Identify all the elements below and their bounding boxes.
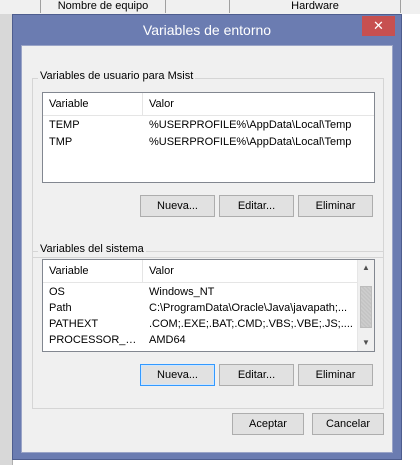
column-separator[interactable] <box>142 260 143 282</box>
dialog-title: Variables de entorno <box>142 22 272 38</box>
variable-value: AMD64 <box>149 334 186 346</box>
list-item[interactable]: TEMP %USERPROFILE%\AppData\Local\Temp <box>43 117 374 133</box>
variable-name: Path <box>49 302 72 314</box>
scroll-down-arrow-icon[interactable]: ▼ <box>358 335 374 351</box>
cancel-button[interactable]: Cancelar <box>312 413 384 435</box>
list-item[interactable]: Path C:\ProgramData\Oracle\Java\javapath… <box>43 300 358 316</box>
variable-value: Windows_NT <box>149 286 215 298</box>
scrollbar-thumb[interactable] <box>360 286 372 328</box>
system-variables-label: Variables del sistema <box>38 243 146 255</box>
title-bar[interactable]: Variables de entorno ✕ <box>13 15 401 43</box>
variable-name: PROCESSOR_A... <box>49 334 141 346</box>
list-item[interactable]: PROCESSOR_A... AMD64 <box>43 332 358 348</box>
variable-value: .COM;.EXE;.BAT;.CMD;.VBS;.VBE;.JS;.... <box>149 318 353 330</box>
column-header-value[interactable]: Valor <box>149 265 174 277</box>
ok-button[interactable]: Aceptar <box>232 413 304 435</box>
variable-name: TEMP <box>49 119 80 131</box>
user-delete-button[interactable]: Eliminar <box>298 195 373 217</box>
variable-name: TMP <box>49 136 73 148</box>
column-header-value[interactable]: Valor <box>149 98 174 110</box>
system-new-button[interactable]: Nueva... <box>140 364 215 386</box>
background-tab-strip: Nombre de equipo Hardware <box>0 0 420 15</box>
tab-nombre-de-equipo[interactable]: Nombre de equipo <box>40 0 166 13</box>
background-window-edge-right <box>402 14 420 465</box>
system-variables-list[interactable]: Variable Valor OS Windows_NT Path C:\Pro… <box>42 259 375 352</box>
user-variables-label: Variables de usuario para Msist <box>38 70 196 82</box>
environment-variables-dialog: Variables de entorno ✕ Variables de usua… <box>12 14 402 460</box>
variable-value: %USERPROFILE%\AppData\Local\Temp <box>149 119 352 131</box>
user-edit-button[interactable]: Editar... <box>219 195 294 217</box>
close-icon: ✕ <box>373 18 384 33</box>
dialog-client-area: Variables de usuario para Msist Variable… <box>21 45 393 453</box>
variable-value: C:\ProgramData\Oracle\Java\javapath;... <box>149 302 348 314</box>
system-delete-button[interactable]: Eliminar <box>298 364 373 386</box>
variable-name: OS <box>49 286 65 298</box>
column-separator[interactable] <box>142 93 143 115</box>
list-item[interactable]: TMP %USERPROFILE%\AppData\Local\Temp <box>43 134 374 150</box>
variable-value: %USERPROFILE%\AppData\Local\Temp <box>149 136 352 148</box>
column-header-variable[interactable]: Variable <box>49 98 89 110</box>
user-variables-list[interactable]: Variable Valor TEMP %USERPROFILE%\AppDat… <box>42 92 375 183</box>
scroll-up-arrow-icon[interactable]: ▲ <box>358 260 374 276</box>
column-header-variable[interactable]: Variable <box>49 265 89 277</box>
tab-hardware[interactable]: Hardware <box>229 0 401 13</box>
list-item[interactable]: PATHEXT .COM;.EXE;.BAT;.CMD;.VBS;.VBE;.J… <box>43 316 358 332</box>
vertical-scrollbar[interactable]: ▲ ▼ <box>357 260 374 351</box>
close-button[interactable]: ✕ <box>362 16 395 36</box>
variable-name: PATHEXT <box>49 318 99 330</box>
list-item[interactable]: OS Windows_NT <box>43 284 358 300</box>
user-new-button[interactable]: Nueva... <box>140 195 215 217</box>
list-header: Variable Valor <box>43 93 374 116</box>
list-header: Variable Valor <box>43 260 358 283</box>
system-edit-button[interactable]: Editar... <box>219 364 294 386</box>
